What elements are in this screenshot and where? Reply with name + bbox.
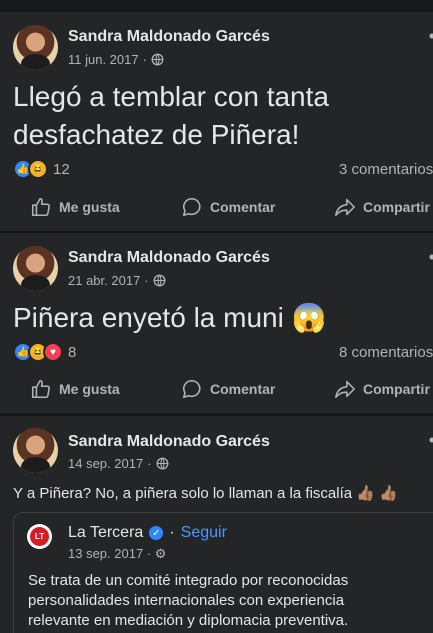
post-text: Llegó a temblar con tanta xyxy=(13,81,329,112)
post-meta: 21 abr. 2017 · xyxy=(68,273,166,288)
post-author[interactable]: Sandra Maldonado Garcés xyxy=(68,249,270,267)
avatar[interactable] xyxy=(13,25,58,70)
action-bar: Me gusta Comentar Compartir xyxy=(0,196,433,226)
more-options-icon[interactable]: • xyxy=(429,26,433,47)
avatar[interactable] xyxy=(13,428,58,473)
love-reaction-icon: ♥ xyxy=(43,342,63,362)
shared-post-text: Se trata de un comité integrado por reco… xyxy=(28,572,349,629)
shared-post-meta: 13 sep. 2017 · ⚙ xyxy=(68,546,166,562)
comment-label: Comentar xyxy=(210,381,276,397)
avatar[interactable] xyxy=(13,246,58,291)
post-text: Piñera enyetó la muni 😱 xyxy=(13,302,327,333)
post-meta: 14 sep. 2017 · xyxy=(68,456,169,471)
comment-bubble-icon xyxy=(182,379,201,399)
meta-separator: · xyxy=(142,52,147,67)
reaction-count: 12 xyxy=(53,160,70,178)
share-arrow-icon xyxy=(335,380,355,399)
action-bar: Me gusta Comentar Compartir xyxy=(0,378,433,408)
post-date[interactable]: 11 jun. 2017 xyxy=(68,52,139,67)
post-text: Y a Piñera? No, a piñera solo lo llaman … xyxy=(13,485,398,502)
comment-button[interactable]: Comentar xyxy=(181,378,275,400)
comment-label: Comentar xyxy=(210,199,276,215)
more-options-icon[interactable]: • xyxy=(429,430,433,451)
globe-icon xyxy=(151,53,164,66)
globe-icon xyxy=(153,274,166,287)
thumbs-up-icon xyxy=(31,197,50,217)
comment-button[interactable]: Comentar xyxy=(181,196,275,218)
privacy-gear-icon: ⚙ xyxy=(154,546,167,561)
shared-post[interactable]: LT La Tercera ✓ · Seguir 13 sep. 2017 · … xyxy=(13,512,433,633)
post-card: Sandra Maldonado Garcés 21 abr. 2017 · •… xyxy=(0,233,433,413)
share-label: Compartir xyxy=(363,381,430,397)
post-author[interactable]: Sandra Maldonado Garcés xyxy=(68,28,270,46)
post-card: Sandra Maldonado Garcés 14 sep. 2017 · •… xyxy=(0,416,433,633)
comment-count[interactable]: 3 comentarios xyxy=(339,161,433,178)
post-date[interactable]: 21 abr. 2017 xyxy=(68,273,140,288)
share-button[interactable]: Compartir xyxy=(334,378,430,400)
meta-separator: · xyxy=(147,456,152,471)
verified-badge-icon: ✓ xyxy=(149,526,164,540)
reaction-summary[interactable]: 👍 😆 ♥ 8 xyxy=(13,342,76,362)
meta-separator: · xyxy=(144,273,149,288)
page-logo[interactable]: LT xyxy=(27,524,52,549)
meta-separator: · xyxy=(169,524,175,541)
like-label: Me gusta xyxy=(59,381,120,397)
post-card: Sandra Maldonado Garcés 11 jun. 2017 · •… xyxy=(0,12,433,231)
like-button[interactable]: Me gusta xyxy=(30,378,120,400)
meta-separator: · xyxy=(146,546,152,561)
share-button[interactable]: Compartir xyxy=(334,196,430,218)
like-button[interactable]: Me gusta xyxy=(30,196,120,218)
comment-bubble-icon xyxy=(182,197,201,217)
reaction-summary[interactable]: 👍 😆 12 xyxy=(13,159,70,179)
haha-reaction-icon: 😆 xyxy=(28,159,48,179)
reaction-count: 8 xyxy=(68,343,77,361)
shared-post-date[interactable]: 13 sep. 2017 xyxy=(68,546,143,561)
post-text-line-2: desfachatez de Piñera! xyxy=(13,119,300,150)
follow-button[interactable]: Seguir xyxy=(181,524,227,542)
page-logo-text: LT xyxy=(30,527,49,546)
post-author[interactable]: Sandra Maldonado Garcés xyxy=(68,433,270,451)
post-date[interactable]: 14 sep. 2017 xyxy=(68,456,143,471)
share-label: Compartir xyxy=(363,199,430,215)
share-arrow-icon xyxy=(335,198,355,217)
globe-icon xyxy=(156,457,168,470)
shared-page-name[interactable]: La Tercera xyxy=(68,524,143,542)
more-options-icon[interactable]: • xyxy=(429,247,433,268)
thumbs-up-icon xyxy=(31,379,50,399)
shared-post-header: La Tercera ✓ · Seguir xyxy=(68,524,227,542)
like-label: Me gusta xyxy=(59,199,120,215)
comment-count[interactable]: 8 comentarios xyxy=(339,344,433,361)
post-meta: 11 jun. 2017 · xyxy=(68,52,164,67)
